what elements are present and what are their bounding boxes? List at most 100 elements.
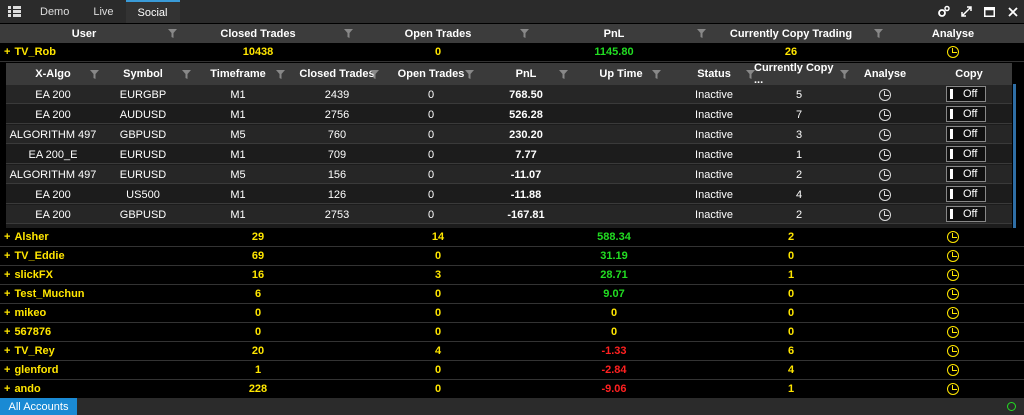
filter-icon[interactable] <box>559 70 568 79</box>
all-accounts-tab[interactable]: All Accounts <box>0 398 77 415</box>
closed-trades: 10438 <box>242 46 274 58</box>
filter-icon[interactable] <box>465 70 474 79</box>
expand-icon[interactable]: + <box>4 326 10 338</box>
header-symbol[interactable]: Symbol <box>100 63 186 85</box>
expand-icon[interactable]: + <box>4 364 10 376</box>
header-analyse[interactable]: Analyse <box>882 24 1024 43</box>
user-row[interactable]: + Alsher 29 14 588.34 2 <box>0 228 1024 247</box>
filter-icon[interactable] <box>520 29 529 38</box>
expand-icon[interactable]: + <box>4 231 10 243</box>
algo-row[interactable]: EA 200 US500 M1 126 0 -11.88 Inactive 4 Off <box>6 185 1012 204</box>
copy-count: 1 <box>795 148 803 161</box>
filter-icon[interactable] <box>344 29 353 38</box>
user-row[interactable]: + TV_Rey 20 4 -1.33 6 <box>0 342 1024 361</box>
pnl: -167.81 <box>507 208 545 221</box>
analyse-icon[interactable] <box>879 108 891 121</box>
analyse-icon[interactable] <box>879 128 891 141</box>
expand-icon[interactable]: + <box>4 288 10 300</box>
filter-icon[interactable] <box>168 29 177 38</box>
user-row[interactable]: + Test_Muchun 6 0 9.07 0 <box>0 285 1024 304</box>
toggle-knob <box>950 129 953 139</box>
expand-icon[interactable]: + <box>4 307 10 319</box>
header-copy[interactable]: Copy <box>926 63 1012 85</box>
tab-demo[interactable]: Demo <box>28 0 81 23</box>
filter-icon[interactable] <box>746 70 755 79</box>
expand-icon[interactable]: + <box>4 345 10 357</box>
filter-icon[interactable] <box>874 29 883 38</box>
analyse-icon[interactable] <box>947 364 959 376</box>
header-open-trades[interactable]: Open Trades <box>348 24 528 43</box>
user-row[interactable]: +567876 0 0 0 0 <box>0 323 1024 342</box>
copy-toggle[interactable]: Off <box>946 206 986 222</box>
copy-toggle[interactable]: Off <box>946 166 986 182</box>
filter-icon[interactable] <box>652 70 661 79</box>
analyse-icon[interactable] <box>947 250 959 262</box>
user-row[interactable]: + slickFX 16 3 28.71 1 <box>0 266 1024 285</box>
header-timeframe[interactable]: Timeframe <box>186 63 290 85</box>
copy-toggle[interactable]: Off <box>946 106 986 122</box>
user-row[interactable]: + mikeo 0 0 0 0 <box>0 304 1024 323</box>
analyse-icon[interactable] <box>947 326 959 338</box>
header-copy-count[interactable]: Currently Copy ... <box>754 62 844 86</box>
filter-icon[interactable] <box>840 70 849 79</box>
analyse-icon[interactable] <box>879 88 891 101</box>
header-closed-trades[interactable]: Closed Trades <box>168 24 348 43</box>
copy-toggle[interactable]: Off <box>946 86 986 102</box>
filter-icon[interactable] <box>697 29 706 38</box>
settings-icon[interactable] <box>932 0 955 23</box>
symbol: US500 <box>126 188 160 201</box>
analyse-icon[interactable] <box>947 46 959 58</box>
toggle-knob <box>950 169 953 179</box>
maximize-icon[interactable] <box>978 0 1001 23</box>
expand-icon[interactable]: + <box>4 250 10 262</box>
pnl: 31.19 <box>600 250 628 262</box>
expand-icon[interactable]: + <box>4 269 10 281</box>
open-trades: 3 <box>434 269 442 281</box>
filter-icon[interactable] <box>370 70 379 79</box>
subtable-scrollbar[interactable] <box>1013 84 1016 228</box>
app-menu-icon[interactable] <box>0 0 28 23</box>
tab-live[interactable]: Live <box>81 0 125 23</box>
algo-row[interactable]: EA 200_E EURUSD M1 709 0 7.77 Inactive 1 Off <box>6 145 1012 164</box>
user-row[interactable]: + TV_Eddie 69 0 31.19 0 <box>0 247 1024 266</box>
expand-icon[interactable]: + <box>4 383 10 395</box>
analyse-icon[interactable] <box>947 231 959 243</box>
copy-trading-count: 4 <box>787 364 795 376</box>
analyse-icon[interactable] <box>879 148 891 161</box>
analyse-icon[interactable] <box>879 188 891 201</box>
analyse-icon[interactable] <box>947 269 959 281</box>
analyse-icon[interactable] <box>947 383 959 395</box>
algo-row[interactable]: EA 200 AUDUSD M1 2756 0 526.28 Inactive 7 Off <box>6 105 1012 124</box>
close-icon[interactable] <box>1001 0 1024 23</box>
expand-icon[interactable]: + <box>4 46 10 58</box>
header-pnl[interactable]: PnL <box>528 24 700 43</box>
algo-row[interactable]: ALGORITHM 497 EURUSD M5 156 0 -11.07 Inactive 2… <box>6 165 1012 184</box>
analyse-icon[interactable] <box>947 345 959 357</box>
algo-row[interactable]: EA 200 EURGBP M1 2439 0 768.50 Inactive 5 Off <box>6 85 1012 104</box>
pnl: 7.77 <box>515 148 537 161</box>
user-row[interactable]: + glenford 1 0 -2.84 4 <box>0 361 1024 380</box>
copy-toggle[interactable]: Off <box>946 186 986 202</box>
header-x-algo[interactable]: X-Algo <box>6 63 100 85</box>
analyse-icon[interactable] <box>879 208 891 221</box>
algo-row[interactable]: EA 200 GBPUSD M1 2753 0 -167.81 Inactive 2 Off <box>6 205 1012 224</box>
analyse-icon[interactable] <box>879 168 891 181</box>
filter-icon[interactable] <box>90 70 99 79</box>
filter-icon[interactable] <box>276 70 285 79</box>
header-copy-trading[interactable]: Currently Copy Trading <box>700 24 882 43</box>
analyse-icon[interactable] <box>947 307 959 319</box>
header-open-trades[interactable]: Open Trades <box>384 63 478 85</box>
algo-row[interactable]: ALGORITHM 497 GBPUSD M5 760 0 230.20 Inactive 3… <box>6 125 1012 144</box>
header-analyse[interactable]: Analyse <box>844 63 926 85</box>
tab-social[interactable]: Social <box>125 0 180 23</box>
user-row-expanded[interactable]: + TV_Rob 10438 0 1145.80 26 <box>0 43 1024 62</box>
user-row[interactable]: + ando 228 0 -9.06 1 <box>0 380 1024 399</box>
copy-toggle[interactable]: Off <box>946 146 986 162</box>
filter-icon[interactable] <box>182 70 191 79</box>
closed-trades: 29 <box>251 231 265 243</box>
copy-toggle[interactable]: Off <box>946 126 986 142</box>
analyse-icon[interactable] <box>947 288 959 300</box>
collapse-icon[interactable] <box>955 0 978 23</box>
header-user[interactable]: User <box>0 24 168 43</box>
open-trades: 0 <box>434 326 442 338</box>
